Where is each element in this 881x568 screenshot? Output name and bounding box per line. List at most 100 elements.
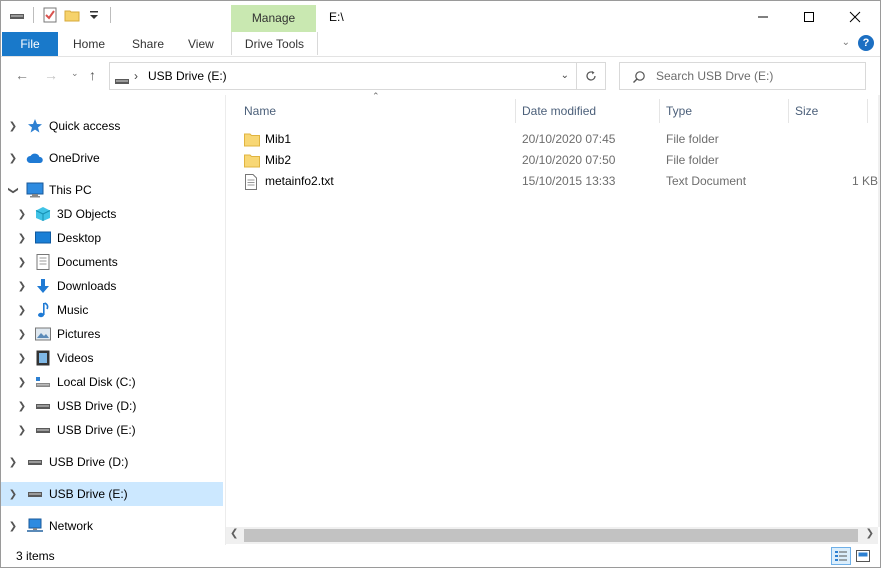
expand-chevron-icon[interactable]: ❯ [6, 121, 20, 132]
column-header-type[interactable]: Type [660, 101, 788, 127]
breadcrumb-chevron-icon[interactable]: › [134, 69, 138, 83]
toolbar-divider [110, 7, 111, 23]
close-button[interactable] [832, 1, 878, 32]
search-box[interactable] [619, 62, 866, 90]
expand-chevron-icon[interactable]: ❯ [15, 401, 29, 412]
tab-view[interactable]: View [180, 32, 222, 56]
nav-item-3d-objects[interactable]: ❯ 3D Objects [1, 202, 223, 226]
breadcrumb-current[interactable]: USB Drive (E:) [148, 69, 227, 83]
manage-context-tab[interactable]: Manage [231, 5, 316, 32]
maximize-icon [804, 11, 814, 22]
navigation-bar: ← → ⌄ ↑ › USB Drive (E:) ⌄ [1, 57, 880, 95]
download-icon [34, 278, 52, 294]
minimize-button[interactable] [740, 1, 786, 32]
local-disk-icon [34, 374, 52, 390]
ribbon-tabs: File Home Share View Drive Tools ⌄ ? [1, 32, 880, 57]
drive-icon[interactable] [9, 7, 25, 23]
expand-chevron-icon[interactable]: ❯ [15, 305, 29, 316]
file-name: metainfo2.txt [265, 174, 334, 188]
nav-item-label: USB Drive (E:) [57, 423, 136, 437]
up-arrow-icon[interactable]: ↑ [89, 67, 96, 83]
column-header-size[interactable]: Size [789, 101, 867, 127]
nav-item-videos[interactable]: ❯ Videos [1, 346, 223, 370]
expand-chevron-icon[interactable]: ❯ [6, 457, 20, 468]
horizontal-scrollbar[interactable]: ❮ ❯ [226, 527, 878, 544]
scroll-left-icon[interactable]: ❮ [230, 528, 238, 539]
column-divider[interactable] [867, 99, 868, 123]
expand-chevron-icon[interactable]: ❯ [15, 353, 29, 364]
nav-item-this-pc[interactable]: ❯ This PC [1, 178, 223, 202]
nav-item-usb-drive-e[interactable]: ❯ USB Drive (E:) [1, 418, 223, 442]
pictures-icon [34, 326, 52, 342]
document-icon [34, 254, 52, 270]
expand-chevron-icon[interactable]: ❯ [6, 153, 20, 164]
details-view-button[interactable] [831, 547, 851, 565]
scroll-right-icon[interactable]: ❯ [866, 528, 874, 539]
refresh-button[interactable] [576, 63, 605, 89]
expand-chevron-icon[interactable]: ❯ [15, 233, 29, 244]
nav-item-label: Videos [57, 351, 94, 365]
navigation-pane: ❯ Quick access ❯ OneDrive ❯ This PC ❯ 3D… [1, 95, 226, 545]
tab-file[interactable]: File [2, 32, 58, 56]
toolbar-divider [33, 7, 34, 23]
tab-share[interactable]: Share [124, 32, 172, 56]
expand-chevron-icon[interactable]: ❯ [15, 209, 29, 220]
expand-chevron-icon[interactable]: ❯ [15, 257, 29, 268]
file-date-modified: 20/10/2020 07:45 [522, 132, 616, 146]
expand-chevron-icon[interactable]: ❯ [15, 329, 29, 340]
nav-item-network[interactable]: ❯ Network [1, 514, 223, 538]
window-title: E:\ [329, 10, 344, 24]
nav-item-usb-drive-d[interactable]: ❯ USB Drive (D:) [1, 394, 223, 418]
nav-item-quick-access[interactable]: ❯ Quick access [1, 114, 223, 138]
search-input[interactable] [656, 67, 856, 85]
usb-drive-icon [34, 398, 52, 414]
address-bar[interactable]: › USB Drive (E:) ⌄ [109, 62, 606, 90]
forward-arrow-icon[interactable]: → [44, 67, 58, 83]
address-dropdown-icon[interactable]: ⌄ [561, 70, 569, 81]
nav-item-downloads[interactable]: ❯ Downloads [1, 274, 223, 298]
item-count: 3 items [16, 549, 55, 563]
file-date-modified: 20/10/2020 07:50 [522, 153, 616, 167]
expand-ribbon-icon[interactable]: ⌄ [842, 37, 850, 48]
nav-item-label: Music [57, 303, 89, 317]
vertical-scrollbar[interactable] [878, 95, 880, 527]
nav-item-local-disk-c[interactable]: ❯ Local Disk (C:) [1, 370, 223, 394]
tab-drive-tools[interactable]: Drive Tools [231, 32, 318, 55]
tab-home[interactable]: Home [65, 32, 113, 56]
nav-item-onedrive[interactable]: ❯ OneDrive [1, 146, 223, 170]
expand-chevron-icon[interactable]: ❯ [15, 377, 29, 388]
collapse-chevron-icon[interactable]: ❯ [8, 183, 19, 197]
nav-item-desktop[interactable]: ❯ Desktop [1, 226, 223, 250]
nav-item-pictures[interactable]: ❯ Pictures [1, 322, 223, 346]
customize-toolbar-icon[interactable] [86, 7, 102, 23]
recent-locations-chevron-icon[interactable]: ⌄ [71, 68, 79, 79]
scrollbar-thumb[interactable] [244, 529, 858, 542]
back-arrow-icon[interactable]: ← [15, 67, 29, 83]
status-bar: 3 items [1, 545, 880, 567]
expand-chevron-icon[interactable]: ❯ [15, 281, 29, 292]
nav-item-label: Desktop [57, 231, 102, 245]
file-type: File folder [666, 132, 719, 146]
usb-drive-icon [115, 74, 129, 88]
desktop-icon [34, 230, 52, 246]
file-size: 1 KB [851, 174, 878, 188]
nav-item-label: 3D Objects [57, 207, 117, 221]
computer-icon [26, 182, 44, 198]
maximize-button[interactable] [786, 1, 832, 32]
file-row[interactable]: Mib2 20/10/2020 07:50 File folder [240, 150, 870, 171]
nav-item-documents[interactable]: ❯ Documents [1, 250, 223, 274]
column-header-name[interactable]: Name [238, 101, 514, 127]
properties-icon[interactable] [42, 7, 58, 23]
large-icons-view-button[interactable] [853, 547, 873, 565]
nav-item-usb-drive-e-root[interactable]: ❯ USB Drive (E:) [1, 482, 223, 506]
new-folder-icon[interactable] [64, 7, 80, 23]
nav-item-usb-drive-d-root[interactable]: ❯ USB Drive (D:) [1, 450, 223, 474]
help-icon[interactable]: ? [858, 35, 874, 51]
file-row[interactable]: Mib1 20/10/2020 07:45 File folder [240, 129, 870, 150]
file-row[interactable]: metainfo2.txt 15/10/2015 13:33 Text Docu… [240, 171, 878, 192]
nav-item-music[interactable]: ❯ Music [1, 298, 223, 322]
expand-chevron-icon[interactable]: ❯ [6, 521, 20, 532]
expand-chevron-icon[interactable]: ❯ [6, 489, 20, 500]
expand-chevron-icon[interactable]: ❯ [15, 425, 29, 436]
column-header-date-modified[interactable]: Date modified [516, 101, 658, 127]
